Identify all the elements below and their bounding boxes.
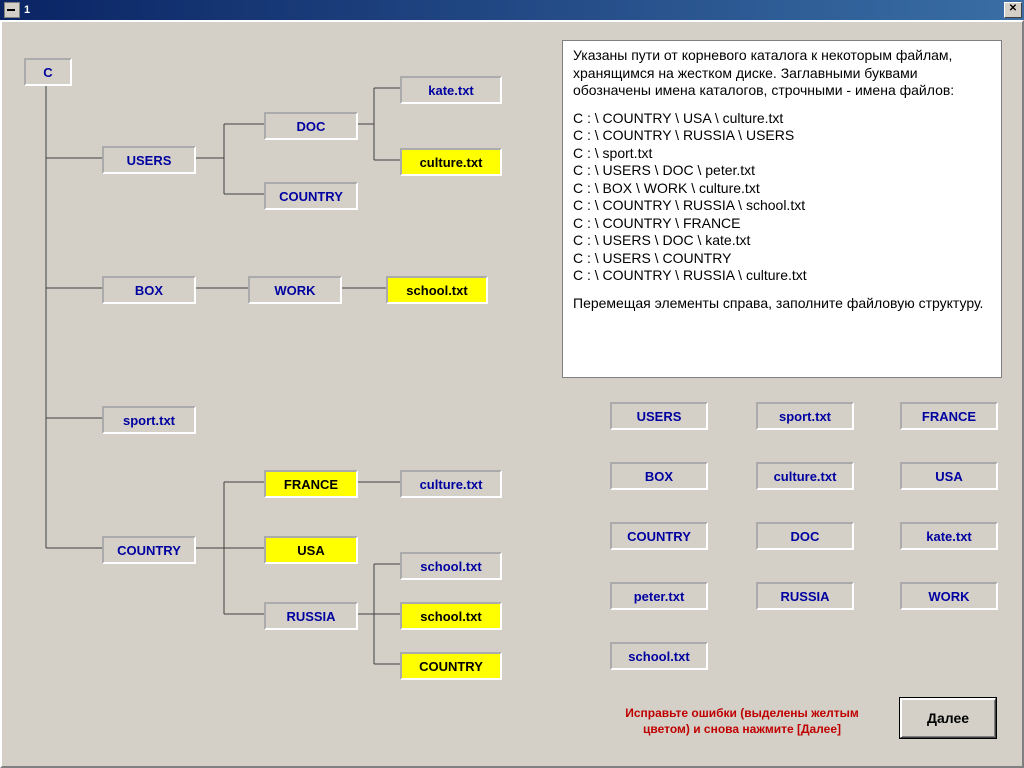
instructions-panel: Указаны пути от корневого каталога к нек… xyxy=(562,40,1002,378)
tree-node-country2[interactable]: COUNTRY xyxy=(102,536,196,564)
tree-root: C xyxy=(24,58,72,86)
tree-node-label: culture.txt xyxy=(420,155,483,170)
palette-item-12[interactable]: school.txt xyxy=(610,642,708,670)
tree-node-label: COUNTRY xyxy=(279,189,343,204)
palette-item-label: BOX xyxy=(645,469,673,484)
close-button[interactable]: ✕ xyxy=(1004,2,1022,18)
tree-node-label: FRANCE xyxy=(284,477,338,492)
window-title: 1 xyxy=(24,4,30,16)
palette-item-6[interactable]: COUNTRY xyxy=(610,522,708,550)
tree-node-label: USERS xyxy=(127,153,172,168)
tree-node-label: COUNTRY xyxy=(419,659,483,674)
tree-node-file_r2[interactable]: school.txt xyxy=(400,602,502,630)
palette-item-2[interactable]: FRANCE xyxy=(900,402,998,430)
work-area: C USERS DOC COUNTRY kate.txt culture.txt BOX W… xyxy=(0,20,1024,768)
app-icon xyxy=(4,2,20,18)
tree-root-label: C xyxy=(43,65,52,80)
palette-item-11[interactable]: WORK xyxy=(900,582,998,610)
palette-item-1[interactable]: sport.txt xyxy=(756,402,854,430)
next-button[interactable]: Далее xyxy=(900,698,996,738)
tree-node-file_d2[interactable]: culture.txt xyxy=(400,148,502,176)
instructions-tail: Перемещая элементы справа, заполните фай… xyxy=(573,295,991,313)
palette-item-8[interactable]: kate.txt xyxy=(900,522,998,550)
palette-item-label: USA xyxy=(935,469,962,484)
palette-item-label: RUSSIA xyxy=(780,589,829,604)
tree-node-france[interactable]: FRANCE xyxy=(264,470,358,498)
palette-item-label: DOC xyxy=(791,529,820,544)
tree-node-label: RUSSIA xyxy=(286,609,335,624)
palette-item-label: school.txt xyxy=(628,649,689,664)
instructions-intro: Указаны пути от корневого каталога к нек… xyxy=(573,47,991,100)
palette-item-label: FRANCE xyxy=(922,409,976,424)
palette-item-9[interactable]: peter.txt xyxy=(610,582,708,610)
tree-node-label: culture.txt xyxy=(420,477,483,492)
tree-node-users[interactable]: USERS xyxy=(102,146,196,174)
palette-item-4[interactable]: culture.txt xyxy=(756,462,854,490)
palette-item-0[interactable]: USERS xyxy=(610,402,708,430)
palette-item-label: peter.txt xyxy=(634,589,685,604)
tree-node-usa[interactable]: USA xyxy=(264,536,358,564)
tree-node-label: sport.txt xyxy=(123,413,175,428)
tree-node-doc[interactable]: DOC xyxy=(264,112,358,140)
tree-node-label: kate.txt xyxy=(428,83,474,98)
next-button-label: Далее xyxy=(927,710,969,726)
palette-item-3[interactable]: BOX xyxy=(610,462,708,490)
tree-node-label: COUNTRY xyxy=(117,543,181,558)
tree-node-label: school.txt xyxy=(420,609,481,624)
tree-node-kate[interactable]: kate.txt xyxy=(400,76,502,104)
tree-node-file_r3[interactable]: COUNTRY xyxy=(400,652,502,680)
palette-item-7[interactable]: DOC xyxy=(756,522,854,550)
instructions-paths: C : \ COUNTRY \ USA \ culture.txt C : \ … xyxy=(573,110,991,285)
app-window: 1 ✕ C USERS DOC COUNTRY kate.txt culture.txt… xyxy=(0,0,1024,768)
palette-item-label: culture.txt xyxy=(774,469,837,484)
tree-node-work[interactable]: WORK xyxy=(248,276,342,304)
tree-node-sport[interactable]: sport.txt xyxy=(102,406,196,434)
palette-item-label: COUNTRY xyxy=(627,529,691,544)
tree-node-label: WORK xyxy=(274,283,315,298)
palette-item-label: kate.txt xyxy=(926,529,972,544)
tree-node-label: school.txt xyxy=(420,559,481,574)
tree-node-box[interactable]: BOX xyxy=(102,276,196,304)
palette-item-label: WORK xyxy=(928,589,969,604)
palette-item-label: USERS xyxy=(637,409,682,424)
tree-node-country1[interactable]: COUNTRY xyxy=(264,182,358,210)
palette-item-label: sport.txt xyxy=(779,409,831,424)
palette-item-10[interactable]: RUSSIA xyxy=(756,582,854,610)
palette-item-5[interactable]: USA xyxy=(900,462,998,490)
tree-node-russia[interactable]: RUSSIA xyxy=(264,602,358,630)
tree-node-school3[interactable]: school.txt xyxy=(400,552,502,580)
tree-node-label: school.txt xyxy=(406,283,467,298)
tree-node-culture3[interactable]: culture.txt xyxy=(400,470,502,498)
tree-node-label: USA xyxy=(297,543,324,558)
error-hint: Исправьте ошибки (выделены желтым цветом… xyxy=(602,706,882,737)
tree-node-label: DOC xyxy=(297,119,326,134)
tree-node-label: BOX xyxy=(135,283,163,298)
tree-node-file_w[interactable]: school.txt xyxy=(386,276,488,304)
titlebar: 1 ✕ xyxy=(0,0,1024,20)
